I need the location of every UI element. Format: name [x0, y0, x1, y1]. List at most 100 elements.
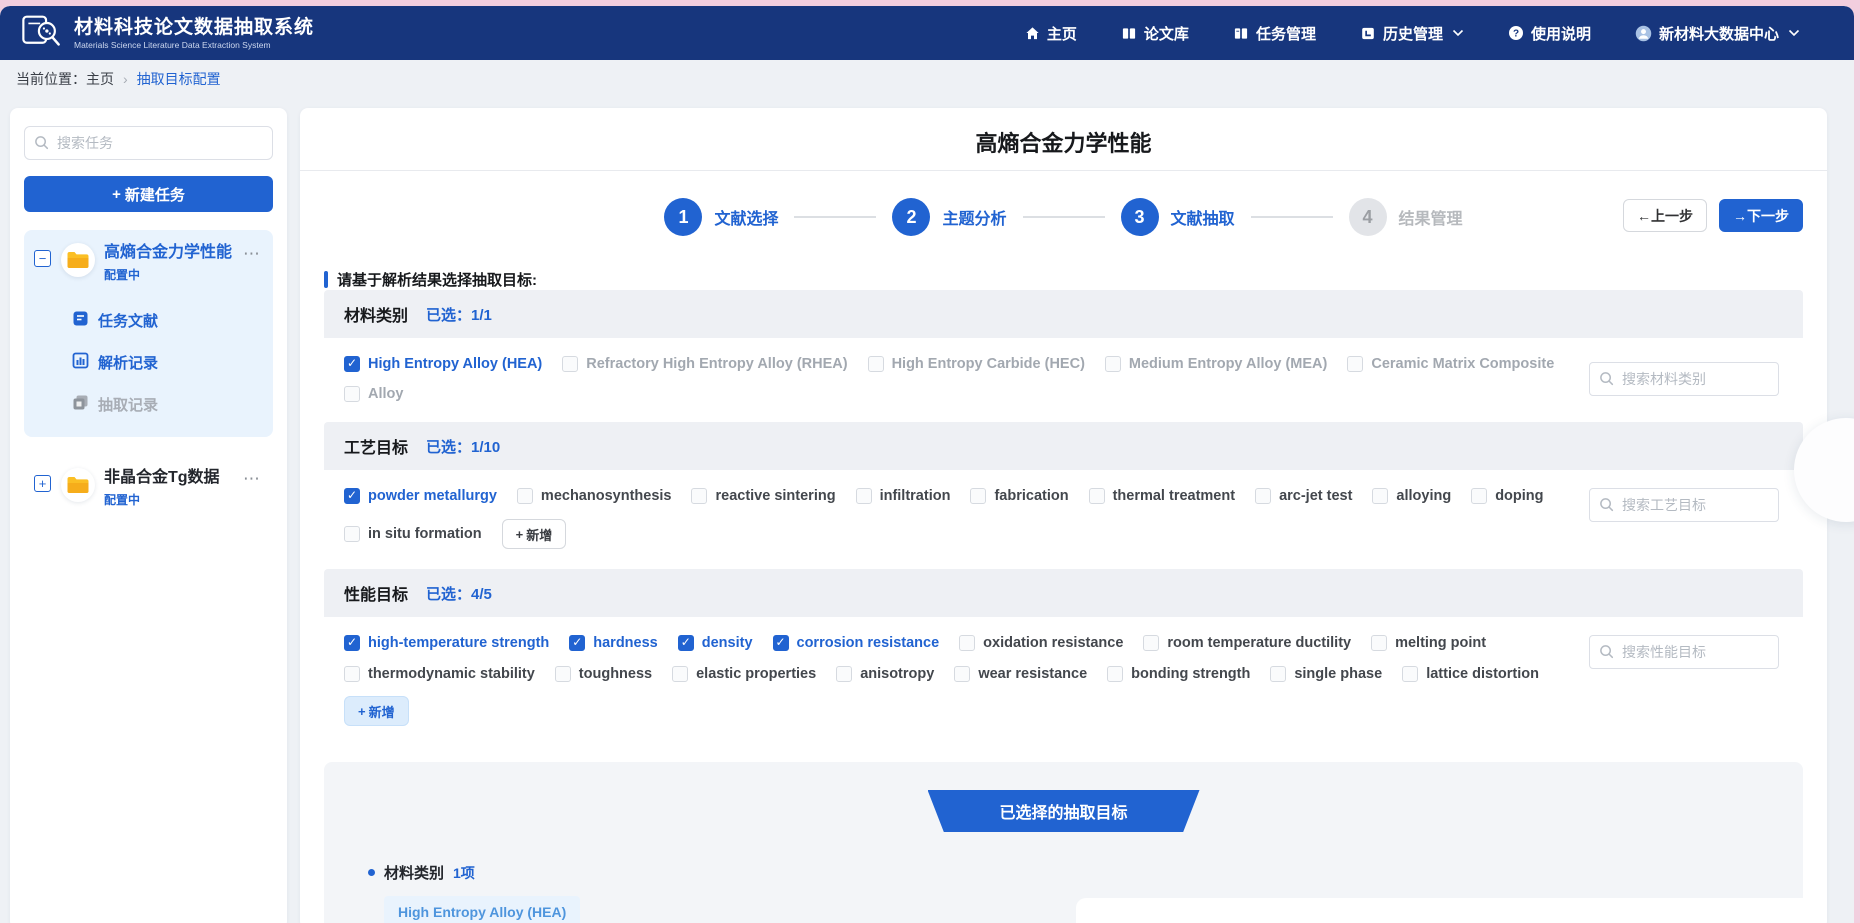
add-process-target-button[interactable]: +新增	[502, 519, 567, 549]
task-status-badge: 配置中	[104, 491, 241, 508]
option-checkbox[interactable]: elastic properties	[672, 666, 816, 682]
option-checkbox[interactable]: corrosion resistance	[773, 635, 940, 651]
option-checkbox[interactable]: lattice distortion	[1402, 666, 1539, 682]
book-icon	[1121, 26, 1137, 41]
plus-icon: +	[112, 186, 121, 203]
step-literature-selection[interactable]: 1 文献选择	[664, 198, 778, 236]
property-search-input[interactable]	[1589, 635, 1779, 669]
option-checkbox[interactable]: Ceramic Matrix Composite	[1347, 356, 1554, 372]
chart-icon	[72, 352, 89, 373]
option-checkbox[interactable]: doping	[1471, 488, 1543, 504]
search-icon	[1599, 497, 1614, 517]
option-checkbox[interactable]: fabrication	[970, 488, 1068, 504]
option-checkbox[interactable]: density	[678, 635, 753, 651]
process-search-input[interactable]	[1589, 488, 1779, 522]
breadcrumb-home[interactable]: 主页	[86, 69, 114, 89]
search-icon	[1599, 644, 1614, 664]
task-search-input[interactable]	[24, 126, 273, 160]
breadcrumb-separator: ›	[123, 71, 128, 87]
option-checkbox[interactable]: wear resistance	[954, 666, 1087, 682]
task-block-hea: − 高熵合金力学性能 配置中 ⋯ 任务文献	[24, 230, 273, 437]
process-search	[1589, 488, 1779, 522]
option-checkbox[interactable]: reactive sintering	[691, 488, 835, 504]
step-topic-analysis[interactable]: 2 主题分析	[892, 198, 1006, 236]
nav-task-management[interactable]: 任务管理	[1233, 23, 1316, 44]
step-result-management[interactable]: 4 结果管理	[1349, 198, 1463, 236]
option-checkbox[interactable]: anisotropy	[836, 666, 934, 682]
option-checkbox[interactable]: high-temperature strength	[344, 635, 549, 651]
option-checkbox[interactable]: alloying	[1372, 488, 1451, 504]
checkbox-icon	[1089, 488, 1105, 504]
option-checkbox[interactable]: thermal treatment	[1089, 488, 1235, 504]
nav-help[interactable]: ? 使用说明	[1508, 23, 1591, 44]
option-checkbox[interactable]: powder metallurgy	[344, 488, 497, 504]
tasks-book-icon	[1233, 26, 1249, 41]
app-logo: 材料科技论文数据抽取系统 Materials Science Literatur…	[20, 12, 314, 55]
option-checkbox[interactable]: High Entropy Alloy (HEA)	[344, 356, 542, 372]
more-actions-icon[interactable]: ⋯	[241, 243, 263, 265]
collapse-icon[interactable]: −	[34, 250, 51, 267]
search-icon	[34, 135, 49, 155]
previous-step-button[interactable]: ←上一步	[1623, 199, 1707, 232]
option-checkbox[interactable]: thermodynamic stability	[344, 666, 535, 682]
task-name: 非晶合金Tg数据	[104, 468, 241, 488]
add-property-target-button[interactable]: +新增	[344, 696, 409, 726]
nav-history-management[interactable]: 历史管理	[1360, 23, 1464, 44]
task-item[interactable]: + 非晶合金Tg数据 配置中 ⋯	[34, 468, 263, 508]
top-navbar: 材料科技论文数据抽取系统 Materials Science Literatur…	[0, 6, 1854, 60]
checkbox-checked-icon	[569, 635, 585, 651]
checkbox-icon	[344, 386, 360, 402]
nav-user-account[interactable]: 新材料大数据中心	[1635, 23, 1800, 44]
option-checkbox[interactable]: Medium Entropy Alloy (MEA)	[1105, 356, 1327, 372]
nav-home[interactable]: 主页	[1025, 23, 1077, 44]
nav-paper-library[interactable]: 论文库	[1121, 23, 1189, 44]
sidebar-item-parse-records[interactable]: 解析记录	[72, 341, 263, 383]
option-checkbox[interactable]: melting point	[1371, 635, 1486, 651]
main-panel: 高熵合金力学性能 1 文献选择 2 主题分析 3 文献抽取	[300, 108, 1827, 923]
page-title: 高熵合金力学性能	[324, 108, 1803, 170]
app-title: 材料科技论文数据抽取系统	[74, 17, 314, 38]
more-actions-icon[interactable]: ⋯	[241, 468, 263, 490]
checkbox-icon	[562, 356, 578, 372]
option-checkbox[interactable]: hardness	[569, 635, 657, 651]
plus-icon: +	[516, 527, 524, 542]
option-checkbox[interactable]: room temperature ductility	[1143, 635, 1351, 651]
home-icon	[1025, 26, 1040, 41]
new-task-button[interactable]: + 新建任务	[24, 176, 273, 212]
option-checkbox[interactable]: Refractory High Entropy Alloy (RHEA)	[562, 356, 847, 372]
sidebar-item-task-literature[interactable]: 任务文献	[72, 299, 263, 341]
option-checkbox[interactable]: infiltration	[856, 488, 951, 504]
option-checkbox[interactable]: oxidation resistance	[959, 635, 1123, 651]
search-icon	[1599, 371, 1614, 391]
instruction: 请基于解析结果选择抽取目标:	[324, 269, 1803, 290]
option-checkbox[interactable]: single phase	[1270, 666, 1382, 682]
breadcrumb-prefix: 当前位置：	[16, 69, 86, 89]
step-literature-extraction[interactable]: 3 文献抽取	[1121, 198, 1235, 236]
task-item[interactable]: − 高熵合金力学性能 配置中 ⋯	[34, 243, 263, 283]
app-window: 材料科技论文数据抽取系统 Materials Science Literatur…	[0, 6, 1854, 923]
app-subtitle: Materials Science Literature Data Extrac…	[74, 40, 314, 50]
checkbox-icon	[1105, 356, 1121, 372]
task-sidebar: + 新建任务 − 高熵合金力学性能 配置中 ⋯	[10, 108, 287, 923]
option-checkbox[interactable]: Alloy	[344, 386, 403, 402]
checkbox-icon	[1143, 635, 1159, 651]
step-connector	[1251, 216, 1333, 218]
material-search-input[interactable]	[1589, 362, 1779, 396]
option-checkbox[interactable]: toughness	[555, 666, 652, 682]
option-checkbox[interactable]: arc-jet test	[1255, 488, 1352, 504]
step-number: 3	[1121, 198, 1159, 236]
checkbox-icon	[970, 488, 986, 504]
question-circle-icon: ?	[1508, 25, 1524, 41]
folder-icon	[61, 468, 95, 502]
section-process-targets: 工艺目标 已选：1/10 powder metallurgy mechanosy…	[324, 422, 1803, 569]
section-property-targets: 性能目标 已选：4/5 high-temperature strength ha…	[324, 569, 1803, 746]
option-checkbox[interactable]: mechanosynthesis	[517, 488, 672, 504]
content-area: + 新建任务 − 高熵合金力学性能 配置中 ⋯	[0, 98, 1854, 923]
option-checkbox[interactable]: High Entropy Carbide (HEC)	[868, 356, 1085, 372]
expand-icon[interactable]: +	[34, 475, 51, 492]
option-checkbox[interactable]: bonding strength	[1107, 666, 1250, 682]
next-step-button[interactable]: →下一步	[1719, 199, 1803, 232]
group-count: 1项	[453, 863, 475, 883]
option-checkbox[interactable]: in situ formation	[344, 526, 482, 542]
chevron-down-icon	[1788, 29, 1800, 37]
